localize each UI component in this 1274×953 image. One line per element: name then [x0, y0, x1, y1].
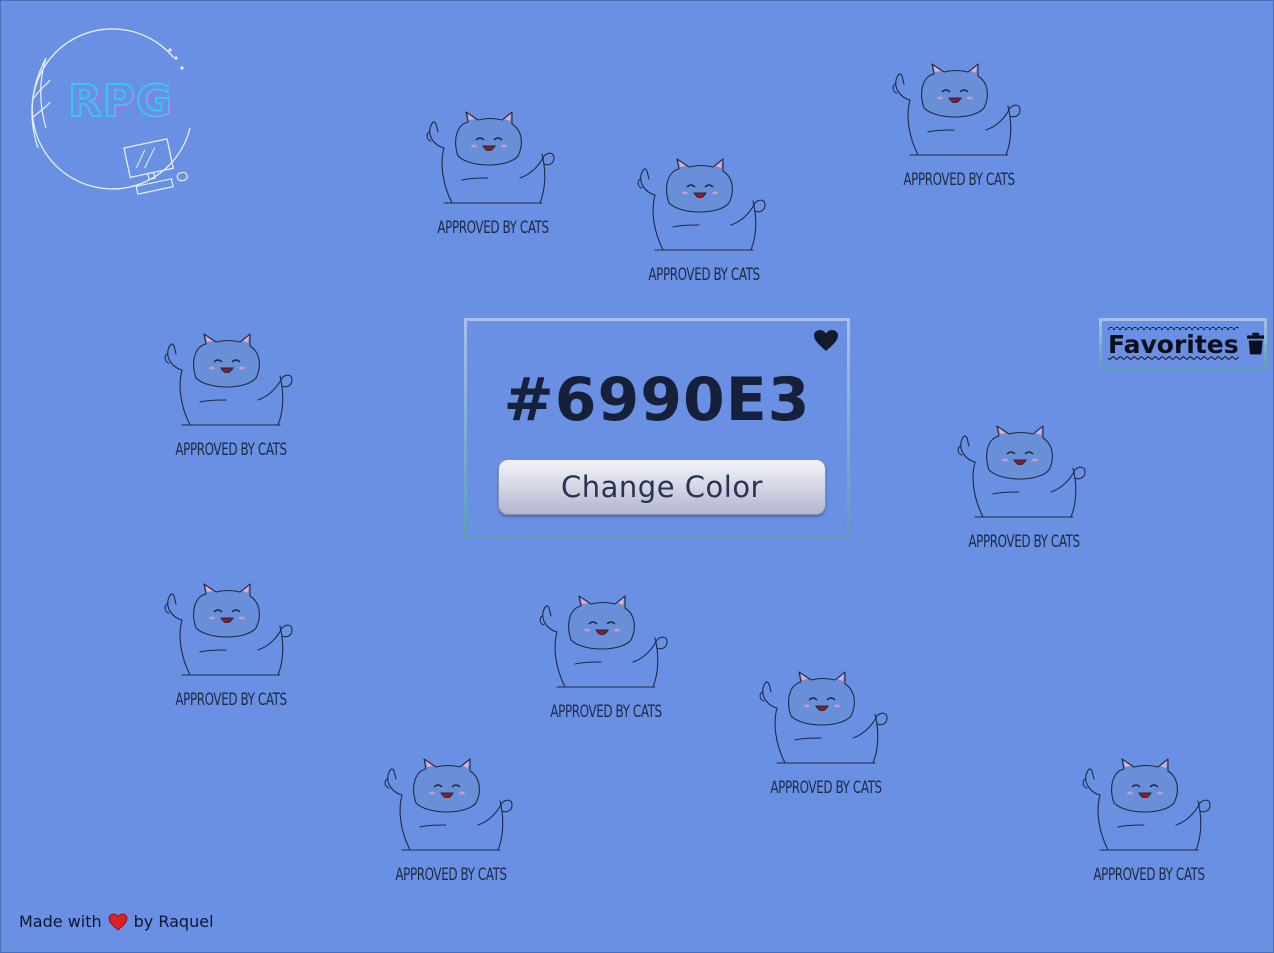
cat-icon [164, 333, 293, 426]
cat-icon [1082, 758, 1211, 851]
color-card: #6990E3 Change Color [464, 318, 850, 538]
footer-suffix: by Raquel [133, 912, 214, 931]
cat-decoration: APPROVED BY CATS [888, 60, 1028, 200]
cat-caption: APPROVED BY CATS [395, 865, 507, 885]
cat-icon [957, 425, 1086, 518]
cat-caption: APPROVED BY CATS [175, 690, 287, 710]
change-color-button[interactable]: Change Color [498, 459, 826, 515]
cat-decoration: APPROVED BY CATS [755, 668, 895, 808]
cat-caption: APPROVED BY CATS [550, 702, 662, 722]
heart-icon [108, 913, 128, 931]
cat-decoration: APPROVED BY CATS [1078, 755, 1218, 895]
cat-icon [759, 671, 888, 764]
cat-decoration: APPROVED BY CATS [953, 422, 1093, 562]
cat-icon [164, 583, 293, 676]
logo-text: RPG [67, 75, 174, 128]
cat-caption: APPROVED BY CATS [903, 170, 1015, 190]
hex-code: #6990E3 [503, 365, 811, 435]
cat-decoration: APPROVED BY CATS [160, 580, 300, 720]
cat-decoration: APPROVED BY CATS [535, 592, 675, 732]
trash-icon[interactable] [1246, 331, 1264, 357]
rpg-logo: RPG [24, 28, 200, 208]
cat-icon [384, 758, 513, 851]
cat-icon [637, 158, 766, 251]
cat-caption: APPROVED BY CATS [770, 778, 882, 798]
cat-decoration: APPROVED BY CATS [422, 108, 562, 248]
cat-caption: APPROVED BY CATS [175, 440, 287, 460]
favorites-button[interactable]: Favorites [1099, 318, 1267, 370]
cat-icon [892, 63, 1021, 156]
cat-caption: APPROVED BY CATS [437, 218, 549, 238]
cat-decoration: APPROVED BY CATS [160, 330, 300, 470]
cat-icon [426, 111, 555, 204]
cat-decoration: APPROVED BY CATS [380, 755, 520, 895]
cat-decoration: APPROVED BY CATS [633, 155, 773, 295]
footer-prefix: Made with [19, 912, 102, 931]
favorites-label: Favorites [1108, 323, 1239, 359]
cat-caption: APPROVED BY CATS [968, 532, 1080, 552]
cat-caption: APPROVED BY CATS [1093, 865, 1205, 885]
cat-caption: APPROVED BY CATS [648, 265, 760, 285]
cat-icon [539, 595, 668, 688]
footer: Made with by Raquel [19, 912, 214, 931]
favorite-heart-icon[interactable] [813, 329, 839, 353]
